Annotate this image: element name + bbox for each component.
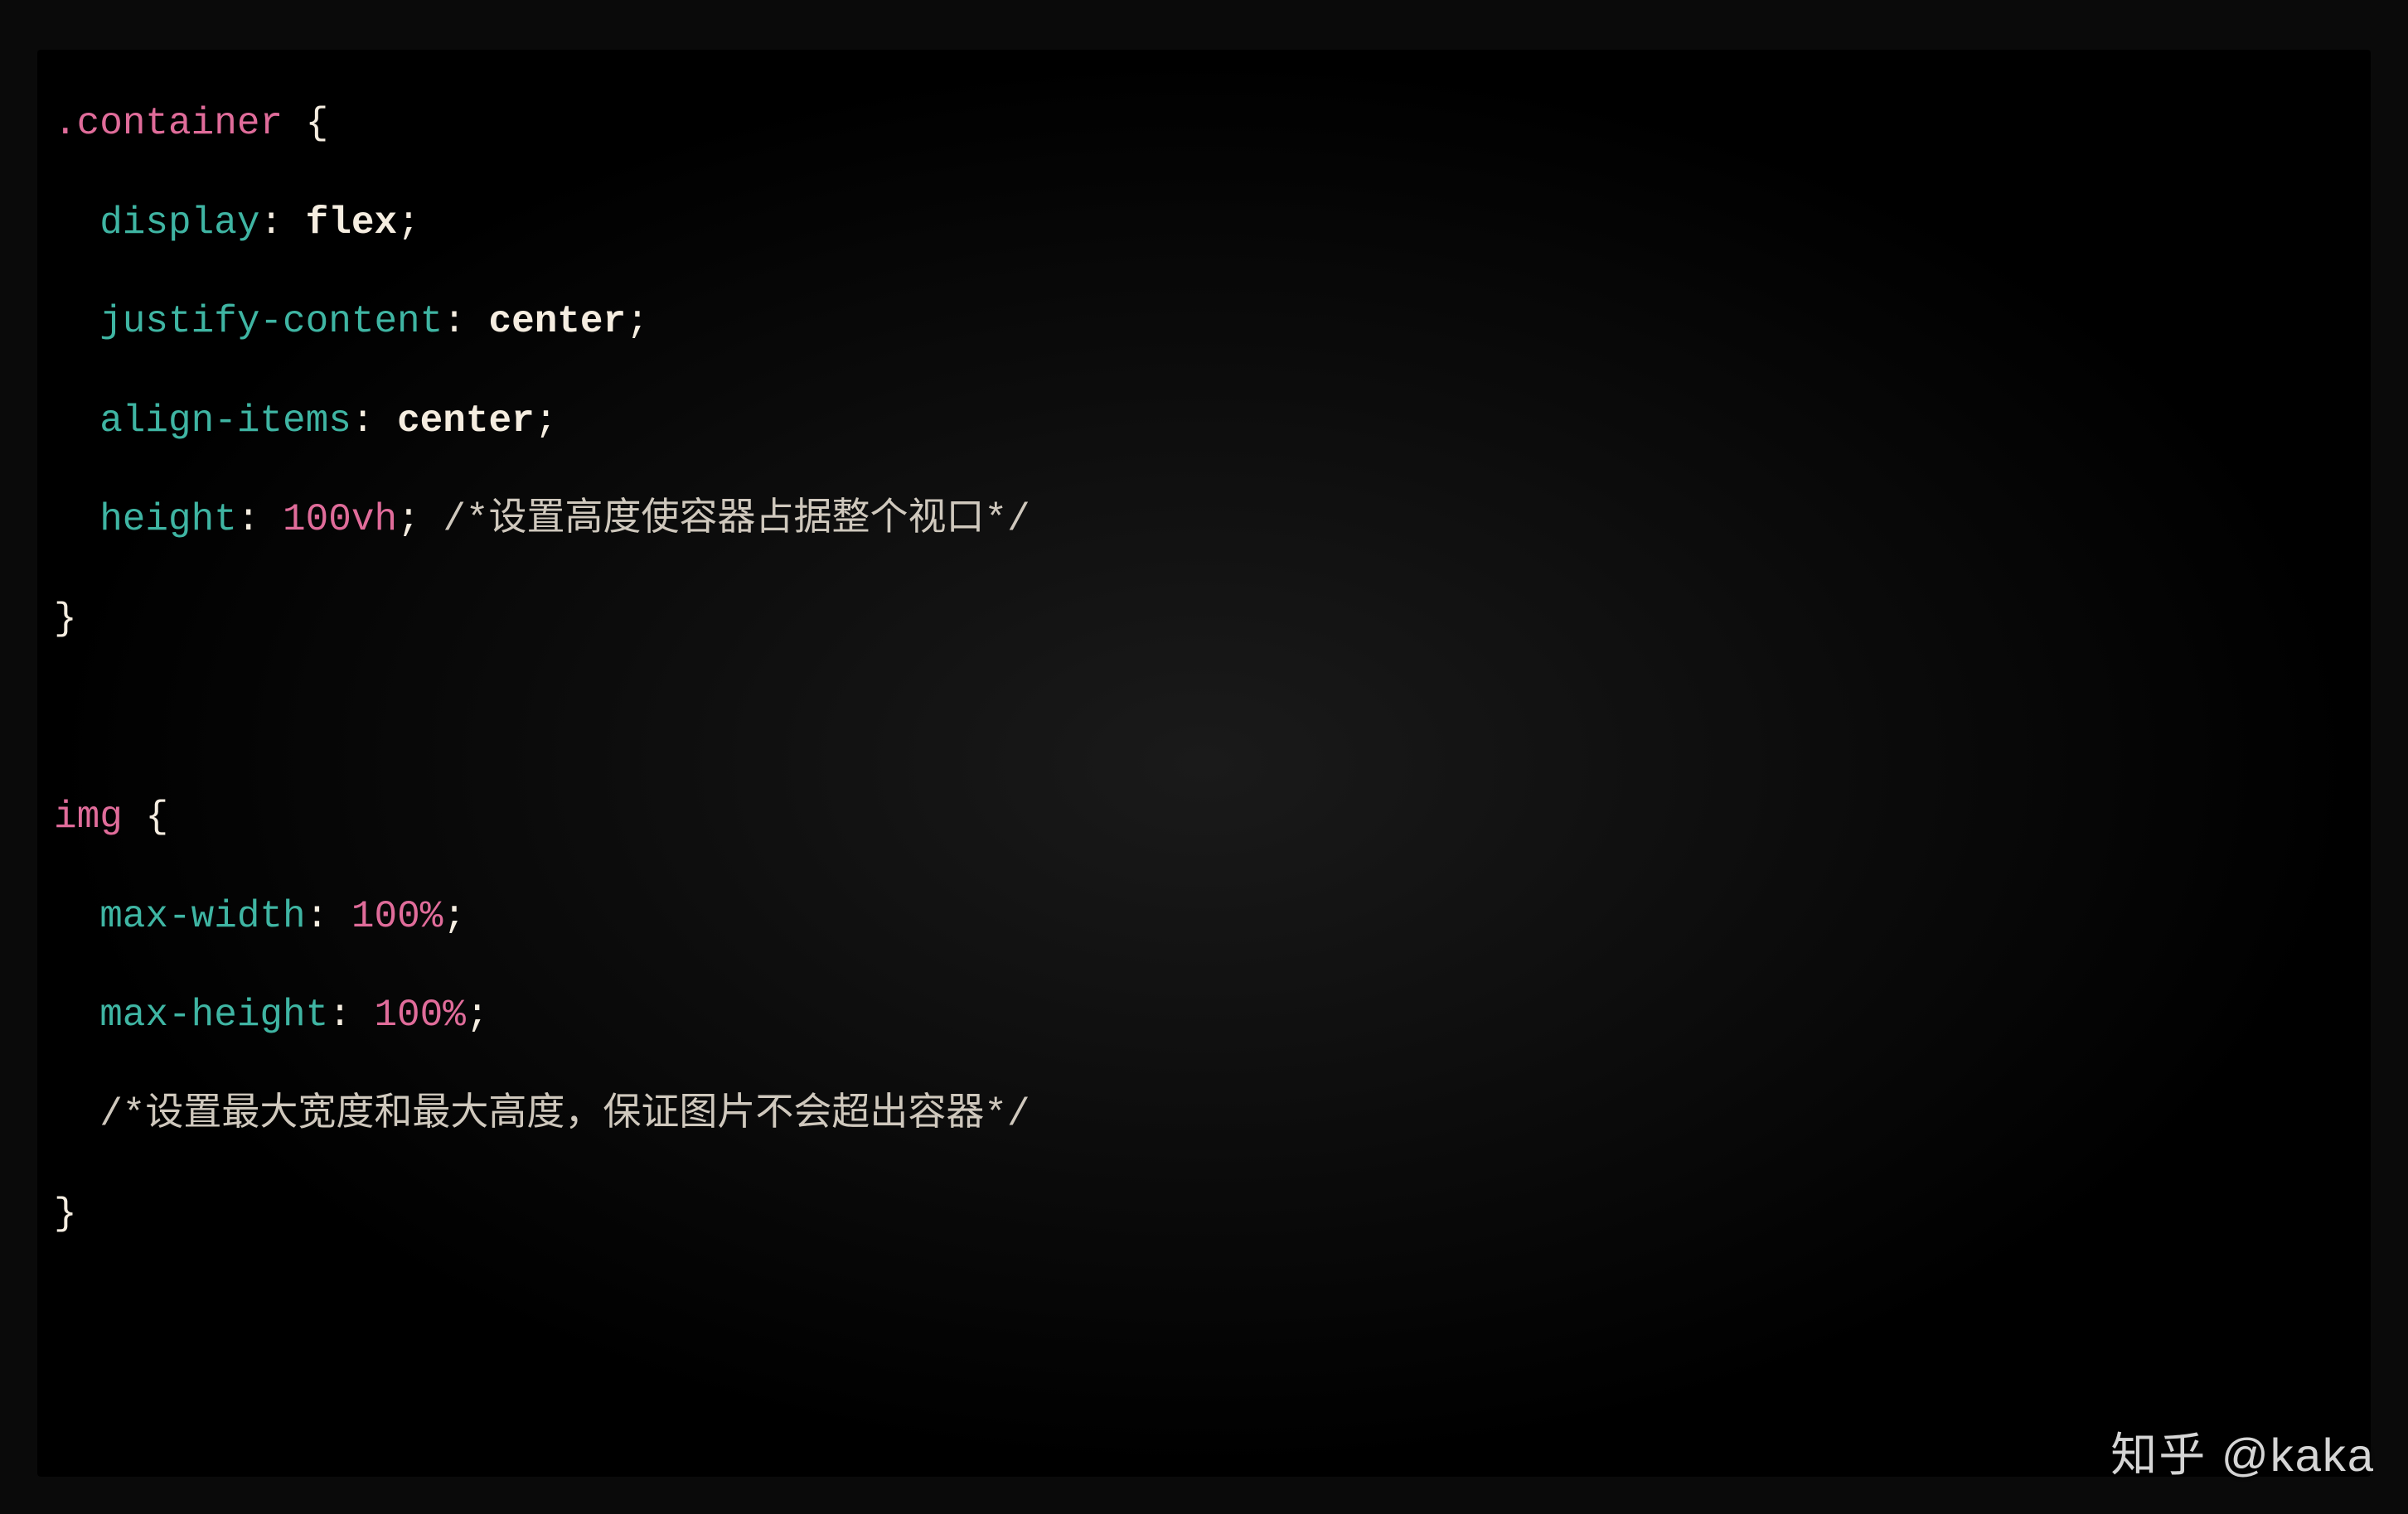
comment-max-size: /*设置最大宽度和最大高度，保证图片不会超出容器*/ [99,1093,1030,1136]
val-height-num: 100 [283,498,351,541]
val-justify-content: center [488,300,626,343]
val-max-height-unit: % [443,994,466,1037]
prop-display: display [99,201,259,244]
prop-justify-content: justify-content [99,300,443,343]
selector-img: img [54,796,123,839]
val-align-items: center [397,399,535,443]
selector-container: .container [54,102,283,145]
code-editor[interactable]: .container { display: flex; justify-cont… [37,50,2371,1477]
val-height-unit: vh [351,498,397,541]
close-brace-2: } [54,1192,77,1236]
val-max-width-num: 100 [351,895,420,938]
val-max-width-unit: % [420,895,443,938]
comment-height: /*设置高度使容器占据整个视口*/ [443,498,1030,541]
watermark: 知乎 @kaka [2110,1418,2375,1485]
val-max-height-num: 100 [374,994,443,1037]
css-source: .container { display: flex; justify-cont… [54,75,2354,1264]
prop-max-height: max-height [99,994,328,1037]
open-brace-2: { [145,796,168,839]
val-display: flex [306,201,397,244]
prop-max-width: max-width [99,895,305,938]
open-brace: { [306,102,329,145]
prop-align-items: align-items [99,399,351,443]
close-brace: } [54,597,77,641]
prop-height: height [99,498,237,541]
